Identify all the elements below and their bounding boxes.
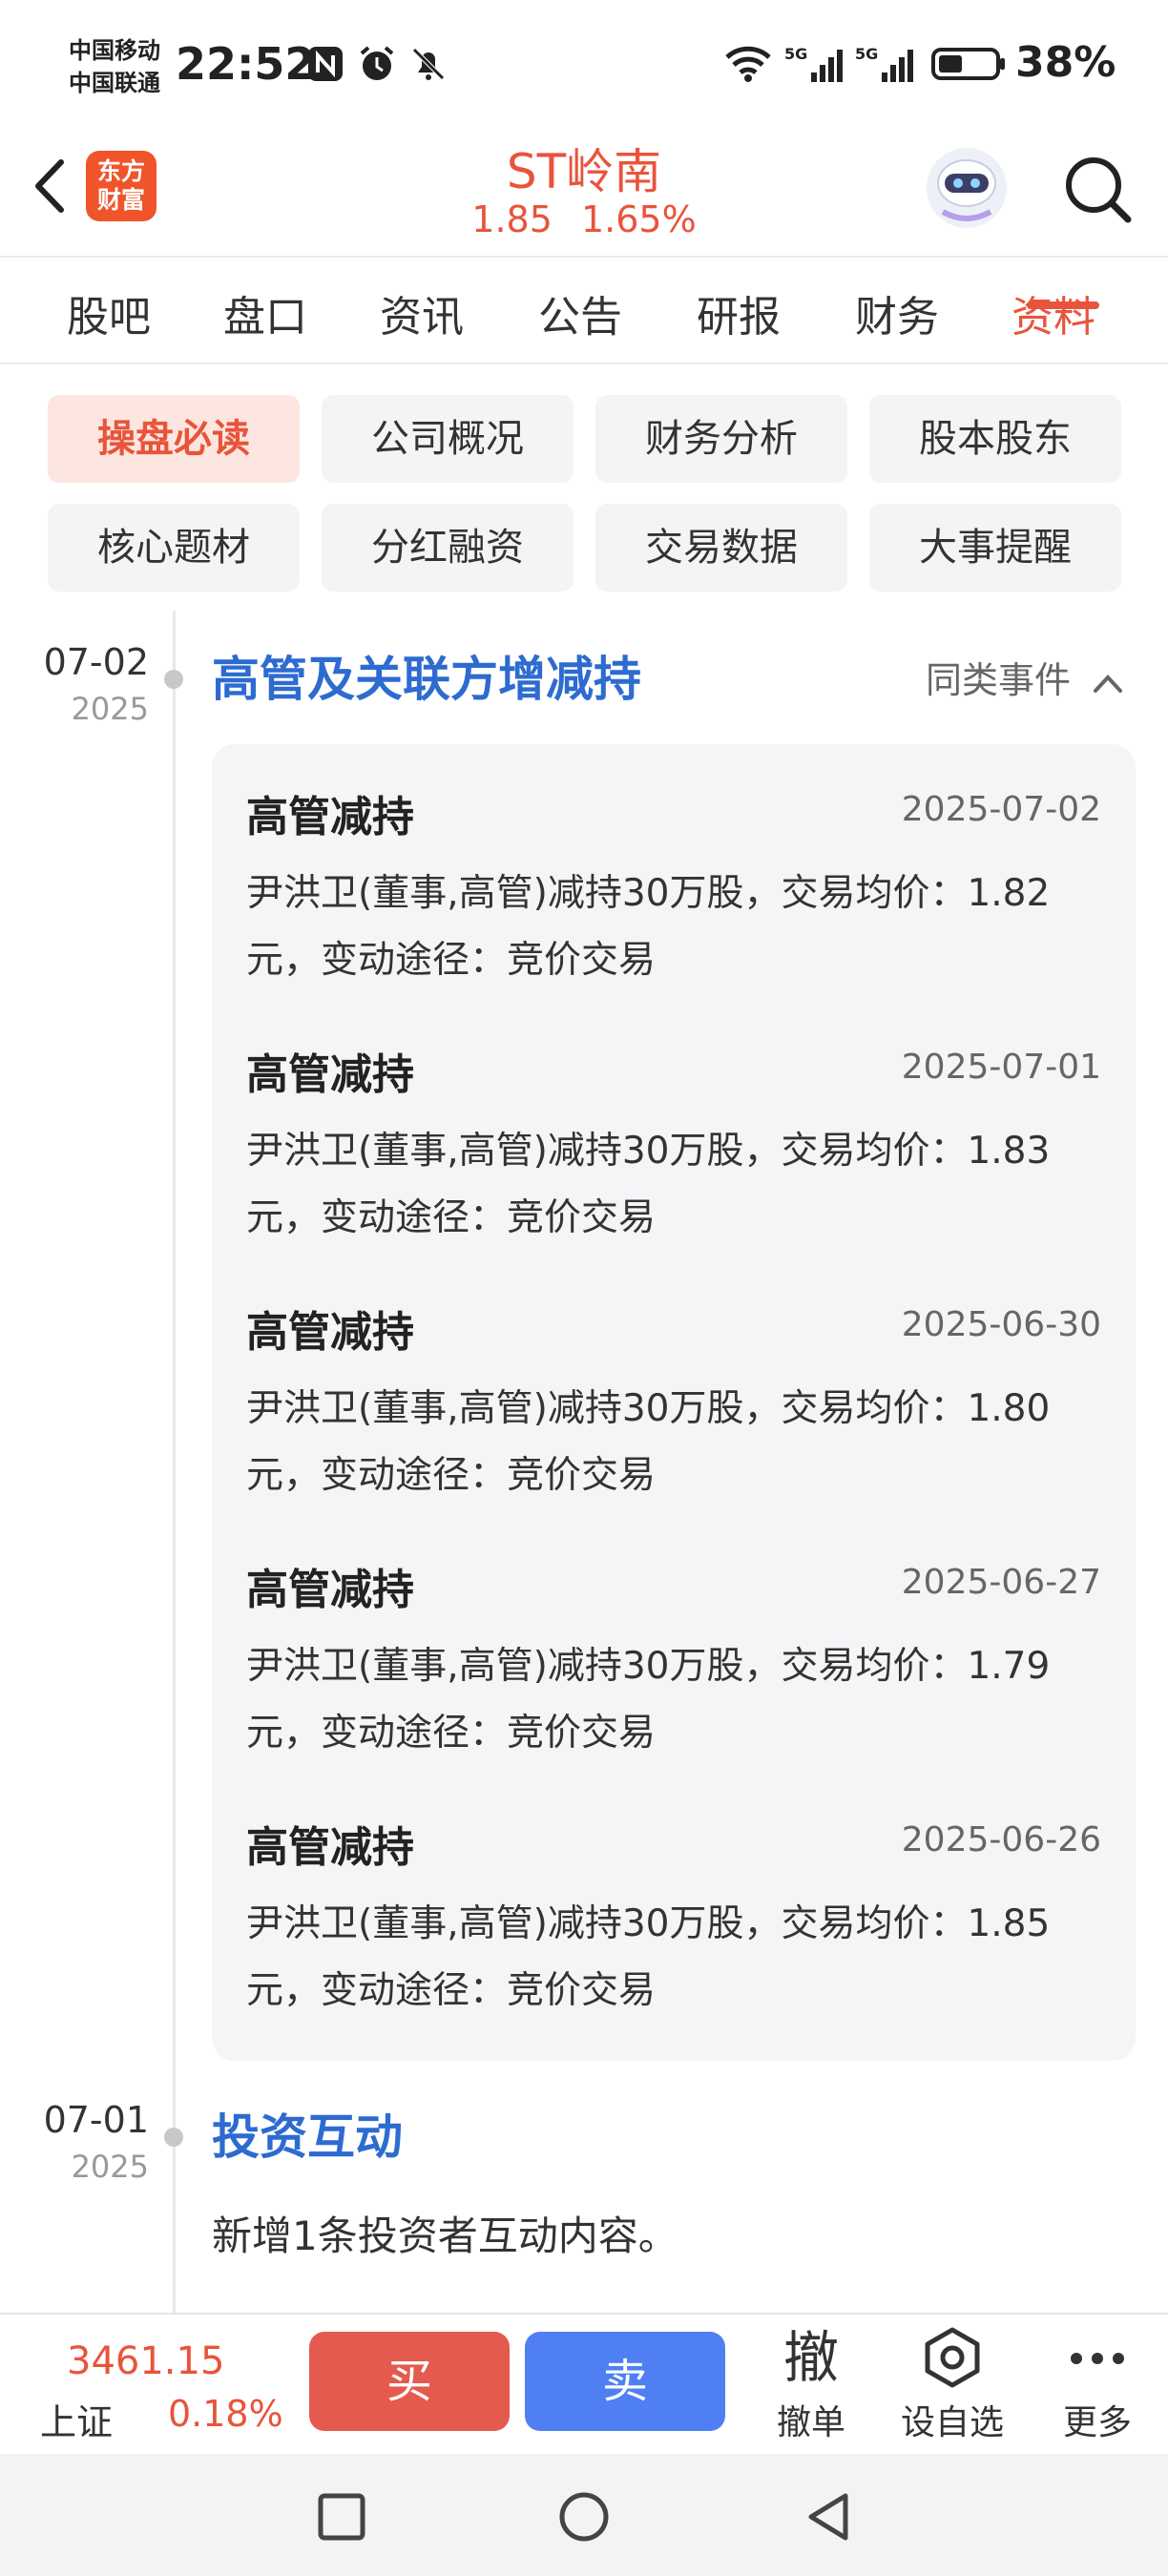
item-title: 高管减持 [246,1823,414,1872]
item-date: 2025-07-01 [901,1048,1101,1087]
nfc-icon [308,47,343,81]
index-value[interactable]: 3461.15 [67,2339,224,2383]
similar-events-toggle[interactable]: 同类事件 [926,651,1124,703]
event-date: 07-02 [43,641,149,683]
event-title[interactable]: 投资互动 [212,2099,403,2168]
alarm-icon [360,46,394,80]
chip-company-overview[interactable]: 公司概况 [322,395,574,483]
add-watchlist-label[interactable]: 设自选 [890,2395,1014,2444]
more-label[interactable]: 更多 [1035,2395,1159,2444]
home-icon[interactable] [557,2490,611,2544]
chip-shareholders[interactable]: 股本股东 [869,395,1121,483]
timeline-dot [164,670,183,689]
tab-pankou[interactable]: 盘口 [223,282,307,343]
item-body: 尹洪卫(董事,高管)减持30万股，交易均价：1.83元，变动途径：竞价交易 [246,1130,1051,1239]
tab-yanbao[interactable]: 研报 [697,282,781,343]
item-title: 高管减持 [246,793,414,841]
sell-button[interactable]: 卖 [525,2332,725,2431]
event-date: 07-01 [43,2099,149,2141]
tab-ziliao[interactable]: 资料 [1012,282,1095,343]
chip-core-themes[interactable]: 核心题材 [48,504,300,592]
chip-dividend-financing[interactable]: 分红融资 [322,504,574,592]
item-body: 尹洪卫(董事,高管)减持30万股，交易均价：1.80元，变动途径：竞价交易 [246,1387,1051,1497]
event-year: 2025 [71,691,149,727]
chevron-up-icon [1094,674,1123,693]
item-body: 尹洪卫(董事,高管)减持30万股，交易均价：1.79元，变动途径：竞价交易 [246,1645,1051,1755]
more-icon[interactable] [1059,2324,1136,2391]
chip-trade-data[interactable]: 交易数据 [595,504,847,592]
buy-button[interactable]: 买 [309,2332,510,2431]
recents-icon[interactable] [315,2490,368,2544]
tabs-divider [0,363,1168,364]
chip-event-reminder[interactable]: 大事提醒 [869,504,1121,592]
event-year: 2025 [71,2149,149,2185]
item-date: 2025-07-02 [901,790,1101,829]
svg-text:5G: 5G [784,45,807,63]
status-bar: 中国移动 中国联通 22:52 5G 5G 38% [0,0,1168,134]
active-tab-indicator [1027,301,1099,309]
similar-events-label: 同类事件 [926,659,1072,701]
item-title: 高管减持 [246,1308,414,1357]
item-date: 2025-06-30 [901,1305,1101,1344]
tab-gonggao[interactable]: 公告 [538,282,622,343]
robot-assistant-icon[interactable] [924,145,1010,231]
chip-caopan[interactable]: 操盘必读 [48,395,300,483]
item-date: 2025-06-26 [901,1820,1101,1859]
tab-caiwu[interactable]: 财务 [855,282,939,343]
item-title: 高管减持 [246,1050,414,1099]
item-date: 2025-06-27 [901,1563,1101,1602]
mute-icon [412,48,445,80]
index-change[interactable]: 0.18% [168,2393,283,2435]
5g-signal-icon: 5G [784,45,843,82]
search-icon[interactable] [1059,151,1136,227]
index-name[interactable]: 上证 [40,2393,113,2445]
tab-bar: 股吧 盘口 资讯 公告 研报 财务 资料 [0,258,1168,363]
battery-percent: 38% [1015,38,1116,87]
timeline-dot [164,2128,183,2147]
carrier-2: 中国联通 [69,70,160,96]
timeline-line [173,611,176,2318]
wifi-icon [725,46,771,82]
cancel-order-icon[interactable]: 撤 [773,2324,849,2391]
back-nav-icon[interactable] [802,2490,855,2544]
tab-zixun[interactable]: 资讯 [380,282,464,343]
carrier-1: 中国移动 [69,37,160,64]
carrier-info: 中国移动 中国联通 [69,34,160,99]
item-body: 尹洪卫(董事,高管)减持30万股，交易均价：1.85元，变动途径：竞价交易 [246,1902,1051,2012]
5g-signal-icon: 5G [855,45,913,82]
battery-icon [931,48,1005,80]
item-title: 高管减持 [246,1566,414,1614]
clock: 22:52 [176,38,316,90]
svg-text:5G: 5G [855,45,878,63]
add-watchlist-icon[interactable] [914,2324,991,2391]
item-body: 尹洪卫(董事,高管)减持30万股，交易均价：1.82元，变动途径：竞价交易 [246,872,1051,982]
chip-financial-analysis[interactable]: 财务分析 [595,395,847,483]
cancel-order-label[interactable]: 撤单 [749,2395,873,2444]
event-body: 新增1条投资者互动内容。 [212,2212,678,2259]
tab-guba[interactable]: 股吧 [67,282,151,343]
event-title[interactable]: 高管及关联方增减持 [212,641,641,710]
